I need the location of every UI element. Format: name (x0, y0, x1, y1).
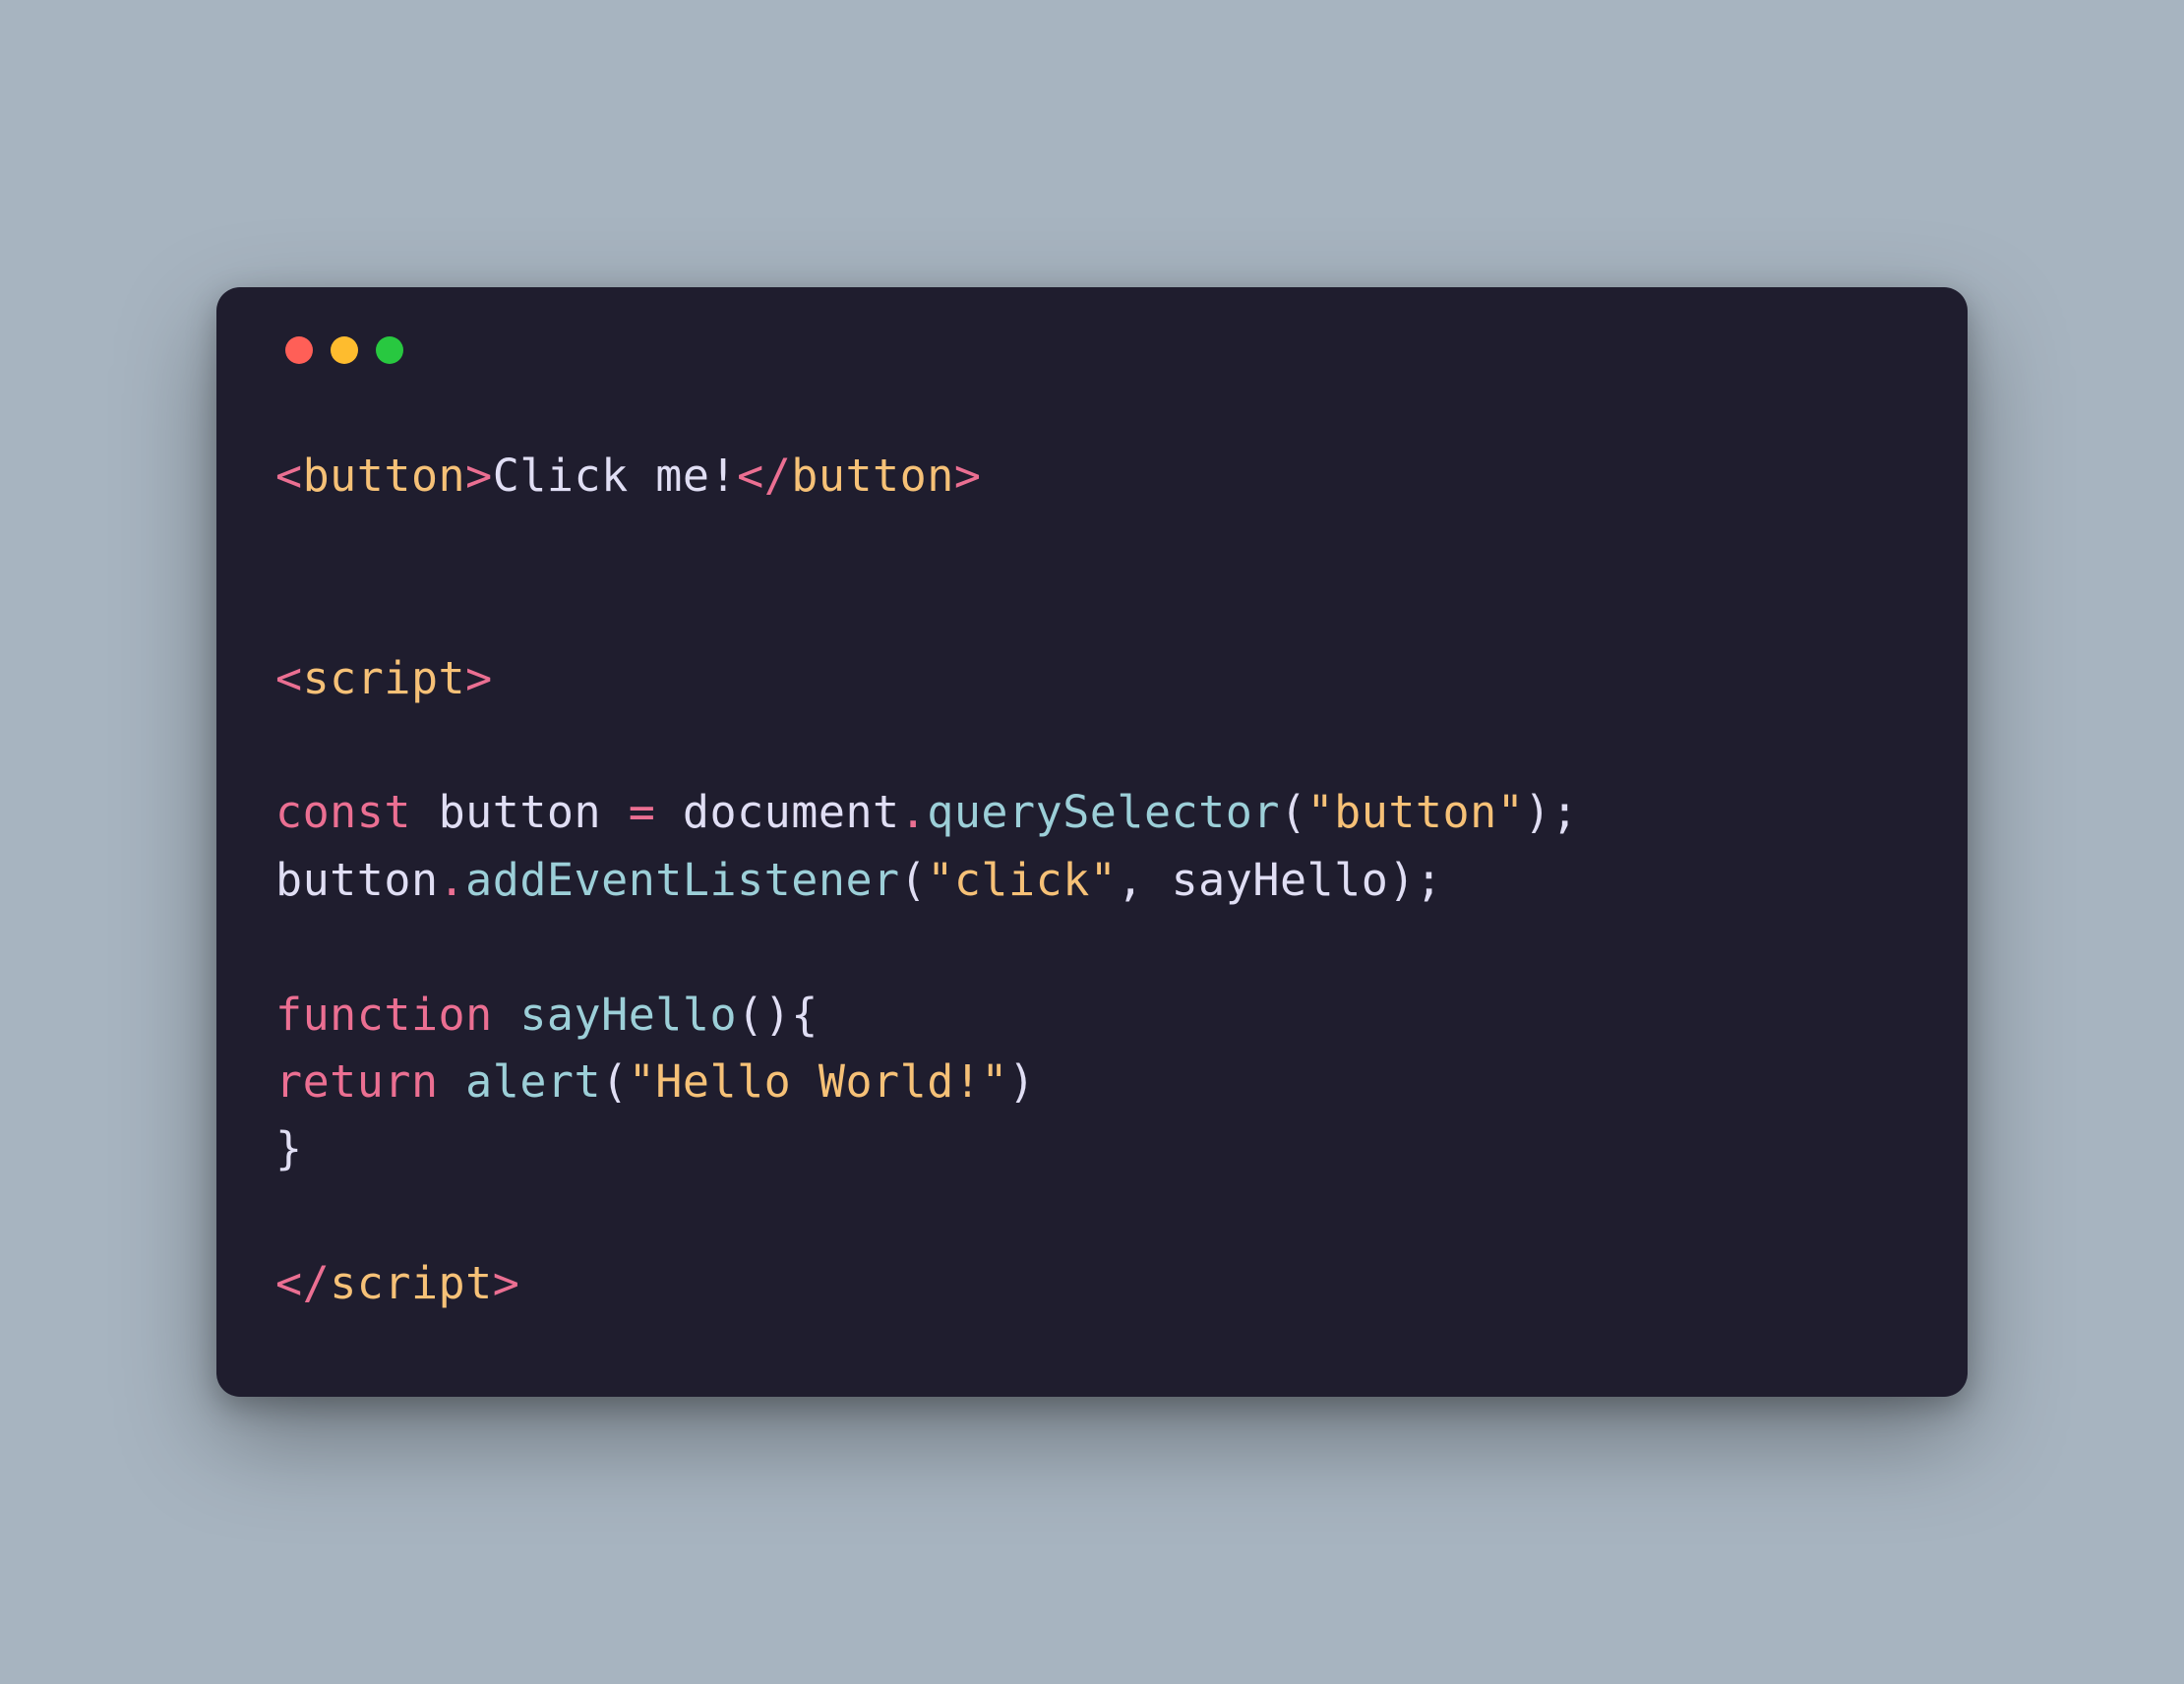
angle-close: > (465, 652, 493, 704)
dot-operator: . (439, 854, 466, 906)
code-content: <button>Click me!</button> <script> cons… (275, 443, 1909, 1317)
paren-open: ( (900, 854, 928, 906)
string-helloworld: "Hello World!" (629, 1055, 1008, 1108)
angle-open: < (737, 450, 764, 502)
fn-def-sayhello: sayHello (519, 989, 737, 1041)
fn-alert: alert (465, 1055, 601, 1108)
fn-addeventlistener: addEventListener (465, 854, 899, 906)
window-traffic-lights (285, 336, 1909, 364)
paren-close: ) (1524, 786, 1551, 838)
semicolon: ; (1551, 786, 1579, 838)
brace-open: { (791, 989, 819, 1041)
brace-close: } (275, 1122, 303, 1174)
dot-operator: . (900, 786, 928, 838)
semicolon: ; (1416, 854, 1443, 906)
space (411, 786, 439, 838)
tag-script-close: script (330, 1257, 493, 1309)
button-text-content: Click me! (493, 450, 737, 502)
code-editor-window: <button>Click me!</button> <script> cons… (216, 287, 1968, 1396)
string-click: "click" (927, 854, 1117, 906)
angle-close: > (493, 1257, 520, 1309)
obj-document: document (683, 786, 900, 838)
tag-script-open: script (303, 652, 466, 704)
close-icon[interactable] (285, 336, 313, 364)
paren-open: ( (601, 1055, 629, 1108)
angle-close: > (954, 450, 982, 502)
maximize-icon[interactable] (376, 336, 403, 364)
angle-open: < (275, 652, 303, 704)
space (439, 1055, 466, 1108)
keyword-return: return (275, 1055, 439, 1108)
operator-equals: = (601, 786, 683, 838)
paren-close: ) (1008, 1055, 1036, 1108)
paren-close: ) (764, 989, 792, 1041)
slash: / (303, 1257, 331, 1309)
tag-button-open: button (303, 450, 466, 502)
angle-open: < (275, 1257, 303, 1309)
tag-button-close: button (791, 450, 954, 502)
fn-queryselector: querySelector (927, 786, 1280, 838)
comma: , (1117, 854, 1171, 906)
paren-close: ) (1388, 854, 1416, 906)
var-button-ref: button (275, 854, 439, 906)
var-button: button (439, 786, 602, 838)
paren-open: ( (1280, 786, 1307, 838)
slash: / (764, 450, 792, 502)
keyword-const: const (275, 786, 411, 838)
minimize-icon[interactable] (331, 336, 358, 364)
angle-close: > (465, 450, 493, 502)
paren-open: ( (737, 989, 764, 1041)
space (493, 989, 520, 1041)
angle-open: < (275, 450, 303, 502)
string-button: "button" (1307, 786, 1525, 838)
keyword-function: function (275, 989, 493, 1041)
fn-ref-sayhello: sayHello (1172, 854, 1389, 906)
